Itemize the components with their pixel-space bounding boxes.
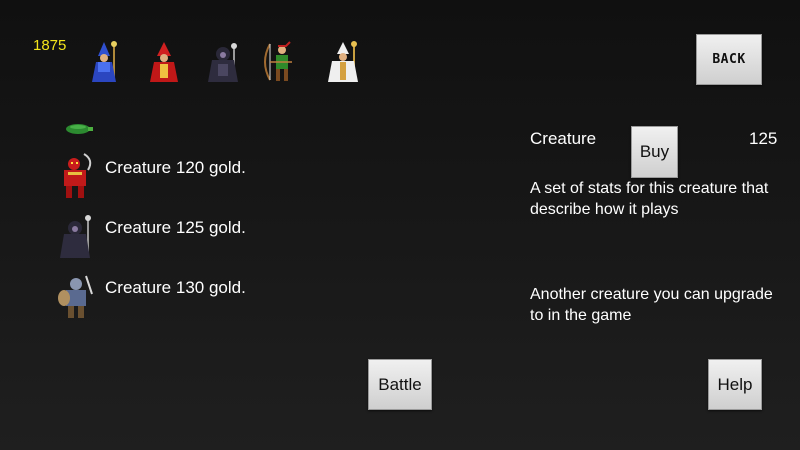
green-turtle-icon[interactable] (64, 122, 94, 134)
dark-necromancer-icon (56, 212, 96, 262)
buy-button[interactable]: Buy (631, 126, 678, 178)
dark-necromancer-icon[interactable] (204, 38, 244, 86)
upgrade-info: Another creature you can upgrade to in t… (530, 286, 773, 324)
blue-wizard-icon[interactable] (86, 38, 126, 86)
back-button[interactable]: BACK (696, 34, 762, 85)
creature-name: Creature (530, 129, 597, 148)
list-item[interactable]: Creature 120 gold. (56, 152, 336, 202)
creature-cost: 125 (749, 129, 778, 148)
white-priest-icon[interactable] (324, 38, 364, 86)
list-item-label: Creature 130 gold. (105, 278, 246, 297)
red-mage-icon[interactable] (144, 38, 184, 86)
list-item-label: Creature 125 gold. (105, 218, 246, 237)
party-bar (86, 38, 366, 86)
creature-description: A set of stats for this creature that de… (530, 180, 769, 218)
green-archer-icon[interactable] (262, 38, 302, 86)
help-button[interactable]: Help (708, 359, 762, 410)
list-item-label: Creature 120 gold. (105, 158, 246, 177)
list-item[interactable]: Creature 125 gold. (56, 212, 336, 262)
battle-button[interactable]: Battle (368, 359, 432, 410)
gold-counter: 1875 (33, 37, 67, 54)
armored-knight-icon (56, 272, 96, 322)
red-demon-icon (56, 152, 96, 202)
list-item[interactable]: Creature 130 gold. (56, 272, 336, 322)
